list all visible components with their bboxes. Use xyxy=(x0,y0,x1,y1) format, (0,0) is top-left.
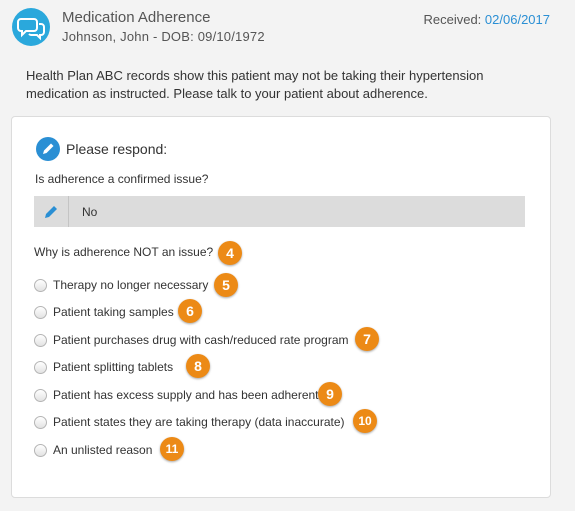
radio-button[interactable] xyxy=(34,306,47,319)
header: Medication Adherence Johnson, John - DOB… xyxy=(0,0,575,52)
edit-answer-button[interactable] xyxy=(34,196,69,227)
radio-button[interactable] xyxy=(34,416,47,429)
confirmed-issue-answer[interactable]: No xyxy=(34,196,525,227)
radio-button[interactable] xyxy=(34,334,47,347)
radio-button[interactable] xyxy=(34,389,47,402)
confirmed-issue-question: Is adherence a confirmed issue? xyxy=(35,172,209,186)
option-splitting-tablets[interactable]: Patient splitting tablets xyxy=(34,360,184,376)
step-badge: 10 xyxy=(353,409,377,433)
option-label: Patient states they are taking therapy (… xyxy=(53,415,345,429)
option-cash-program[interactable]: Patient purchases drug with cash/reduced… xyxy=(34,333,354,349)
option-label: Patient purchases drug with cash/reduced… xyxy=(53,333,349,347)
pencil-icon xyxy=(45,206,57,218)
received-label: Received: xyxy=(423,12,482,27)
pencil-icon xyxy=(36,137,60,161)
page-title: Medication Adherence xyxy=(62,9,211,26)
received-date: 02/06/2017 xyxy=(484,12,550,27)
response-card: Please respond: Is adherence a confirmed… xyxy=(11,116,551,498)
option-label: Therapy no longer necessary xyxy=(53,278,209,292)
step-badge: 4 xyxy=(218,241,242,265)
step-badge: 11 xyxy=(160,437,184,461)
option-label: Patient has excess supply and has been a… xyxy=(53,388,319,402)
radio-button[interactable] xyxy=(34,361,47,374)
received-info: Received: 02/06/2017 xyxy=(423,12,550,27)
option-label: Patient splitting tablets xyxy=(53,360,174,374)
adherence-message: Health Plan ABC records show this patien… xyxy=(26,68,484,101)
respond-heading: Please respond: xyxy=(66,141,168,157)
option-label: Patient taking samples xyxy=(53,305,174,319)
patient-info: Johnson, John - DOB: 09/10/1972 xyxy=(62,29,265,44)
step-badge: 9 xyxy=(318,382,342,406)
step-badge: 7 xyxy=(355,327,379,351)
step-badge: 8 xyxy=(186,354,210,378)
option-therapy-not-necessary[interactable]: Therapy no longer necessary xyxy=(34,278,214,294)
option-label: An unlisted reason xyxy=(53,443,153,457)
option-data-inaccurate[interactable]: Patient states they are taking therapy (… xyxy=(34,415,349,431)
option-excess-supply[interactable]: Patient has excess supply and has been a… xyxy=(34,388,324,404)
why-not-issue-question: Why is adherence NOT an issue? xyxy=(34,245,214,259)
step-badge: 6 xyxy=(178,299,202,323)
step-badge: 5 xyxy=(214,273,238,297)
option-taking-samples[interactable]: Patient taking samples xyxy=(34,305,184,321)
radio-button[interactable] xyxy=(34,444,47,457)
chat-bubbles-icon xyxy=(12,8,50,46)
answer-value: No xyxy=(82,205,98,219)
radio-button[interactable] xyxy=(34,279,47,292)
option-unlisted-reason[interactable]: An unlisted reason xyxy=(34,443,164,459)
